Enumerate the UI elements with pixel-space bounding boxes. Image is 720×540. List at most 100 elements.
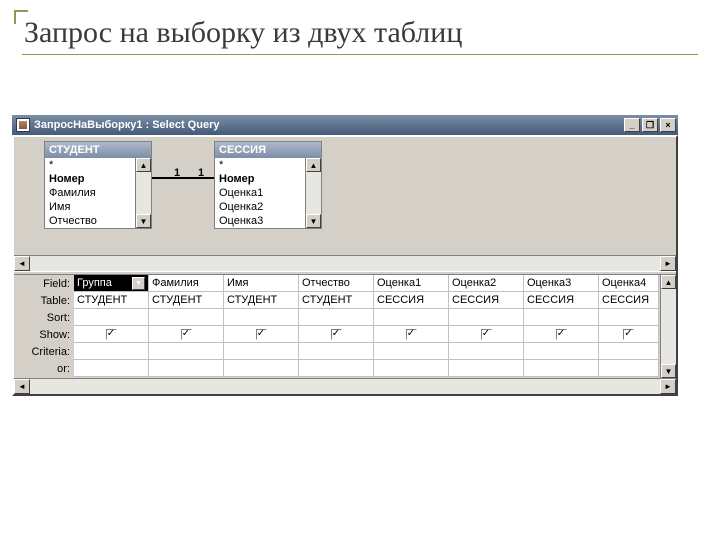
criteria-cell[interactable] <box>299 343 374 360</box>
show-cell[interactable]: ✓ <box>299 326 374 343</box>
or-cell[interactable] <box>599 360 659 377</box>
show-checkbox[interactable]: ✓ <box>623 329 634 340</box>
field-cell[interactable]: Фамилия <box>149 275 224 292</box>
or-cell[interactable] <box>149 360 224 377</box>
field-list[interactable]: * Номер Фамилия Имя Отчество <box>45 158 135 228</box>
field-cell[interactable]: Оценка3 <box>524 275 599 292</box>
diagram-pane[interactable]: СТУДЕНТ * Номер Фамилия Имя Отчество ▲ <box>14 137 676 255</box>
minimize-button[interactable]: _ <box>624 118 640 132</box>
criteria-cell[interactable] <box>449 343 524 360</box>
field-item[interactable]: Оценка3 <box>215 214 305 228</box>
show-cell[interactable]: ✓ <box>74 326 149 343</box>
sort-cell[interactable] <box>599 309 659 326</box>
table-cell[interactable]: СТУДЕНТ <box>299 292 374 309</box>
field-cell[interactable]: Оценка1 <box>374 275 449 292</box>
sort-cell[interactable] <box>299 309 374 326</box>
field-item[interactable]: Имя <box>45 200 135 214</box>
field-item[interactable]: * <box>215 158 305 172</box>
show-checkbox[interactable]: ✓ <box>481 329 492 340</box>
grid-column: Оценка1СЕССИЯ ✓ <box>374 275 449 378</box>
scroll-up-icon[interactable]: ▲ <box>661 275 676 289</box>
field-item[interactable]: Оценка2 <box>215 200 305 214</box>
show-cell[interactable]: ✓ <box>374 326 449 343</box>
field-cell[interactable]: Оценка4 <box>599 275 659 292</box>
criteria-cell[interactable] <box>524 343 599 360</box>
show-cell[interactable]: ✓ <box>149 326 224 343</box>
window-title: ЗапросНаВыборку1 : Select Query <box>34 119 219 131</box>
table-scrollbar[interactable]: ▲ ▼ <box>135 158 151 228</box>
table-cell[interactable]: СТУДЕНТ <box>224 292 299 309</box>
criteria-cell[interactable] <box>74 343 149 360</box>
or-cell[interactable] <box>224 360 299 377</box>
table-cell[interactable]: СТУДЕНТ <box>149 292 224 309</box>
grid-column: Группа▼СТУДЕНТ ✓ <box>74 275 149 378</box>
sort-cell[interactable] <box>74 309 149 326</box>
show-cell[interactable]: ✓ <box>524 326 599 343</box>
scroll-left-icon[interactable]: ◄ <box>14 256 30 271</box>
show-cell[interactable]: ✓ <box>449 326 524 343</box>
table-cell[interactable]: СЕССИЯ <box>374 292 449 309</box>
or-cell[interactable] <box>374 360 449 377</box>
table-cell[interactable]: СТУДЕНТ <box>74 292 149 309</box>
scroll-right-icon[interactable]: ► <box>660 256 676 271</box>
scroll-left-icon[interactable]: ◄ <box>14 379 30 394</box>
show-checkbox[interactable]: ✓ <box>256 329 267 340</box>
field-item[interactable]: Номер <box>215 172 305 186</box>
field-item[interactable]: * <box>45 158 135 172</box>
row-label-table: Table: <box>14 293 70 310</box>
scroll-up-icon[interactable]: ▲ <box>306 158 321 172</box>
table-session[interactable]: СЕССИЯ * Номер Оценка1 Оценка2 Оценка3 ▲ <box>214 141 322 229</box>
table-cell[interactable]: СЕССИЯ <box>599 292 659 309</box>
sort-cell[interactable] <box>374 309 449 326</box>
close-button[interactable]: × <box>660 118 676 132</box>
scroll-down-icon[interactable]: ▼ <box>306 214 321 228</box>
row-label-field: Field: <box>14 276 70 293</box>
table-student[interactable]: СТУДЕНТ * Номер Фамилия Имя Отчество ▲ <box>44 141 152 229</box>
criteria-cell[interactable] <box>599 343 659 360</box>
field-list[interactable]: * Номер Оценка1 Оценка2 Оценка3 <box>215 158 305 228</box>
field-item[interactable]: Оценка1 <box>215 186 305 200</box>
scroll-right-icon[interactable]: ► <box>660 379 676 394</box>
sort-cell[interactable] <box>449 309 524 326</box>
table-cell[interactable]: СЕССИЯ <box>524 292 599 309</box>
field-cell[interactable]: Оценка2 <box>449 275 524 292</box>
show-checkbox[interactable]: ✓ <box>181 329 192 340</box>
or-cell[interactable] <box>524 360 599 377</box>
field-item[interactable]: Фамилия <box>45 186 135 200</box>
sort-cell[interactable] <box>524 309 599 326</box>
field-cell[interactable]: Группа▼ <box>74 275 149 292</box>
scroll-down-icon[interactable]: ▼ <box>136 214 151 228</box>
window-titlebar[interactable]: ЗапросНаВыборку1 : Select Query _ ❐ × <box>12 115 678 135</box>
or-cell[interactable] <box>449 360 524 377</box>
show-cell[interactable]: ✓ <box>224 326 299 343</box>
grid-hscroll[interactable]: ◄ ► <box>14 378 676 394</box>
field-item[interactable]: Номер <box>45 172 135 186</box>
field-cell[interactable]: Имя <box>224 275 299 292</box>
criteria-cell[interactable] <box>374 343 449 360</box>
row-label-sort: Sort: <box>14 310 70 327</box>
field-item[interactable]: Отчество <box>45 214 135 228</box>
grid-column: ОтчествоСТУДЕНТ ✓ <box>299 275 374 378</box>
field-cell[interactable]: Отчество <box>299 275 374 292</box>
criteria-cell[interactable] <box>149 343 224 360</box>
diagram-hscroll[interactable]: ◄ ► <box>14 255 676 271</box>
row-label-criteria: Criteria: <box>14 344 70 361</box>
or-cell[interactable] <box>299 360 374 377</box>
show-checkbox[interactable]: ✓ <box>406 329 417 340</box>
show-cell[interactable]: ✓ <box>599 326 659 343</box>
show-checkbox[interactable]: ✓ <box>331 329 342 340</box>
table-scrollbar[interactable]: ▲ ▼ <box>305 158 321 228</box>
restore-button[interactable]: ❐ <box>642 118 658 132</box>
relationship-line[interactable] <box>152 177 214 179</box>
dropdown-icon[interactable]: ▼ <box>132 277 145 290</box>
criteria-cell[interactable] <box>224 343 299 360</box>
scroll-up-icon[interactable]: ▲ <box>136 158 151 172</box>
sort-cell[interactable] <box>224 309 299 326</box>
show-checkbox[interactable]: ✓ <box>106 329 117 340</box>
table-cell[interactable]: СЕССИЯ <box>449 292 524 309</box>
or-cell[interactable] <box>74 360 149 377</box>
sort-cell[interactable] <box>149 309 224 326</box>
scroll-down-icon[interactable]: ▼ <box>661 364 676 378</box>
grid-vscroll[interactable]: ▲ ▼ <box>660 275 676 378</box>
show-checkbox[interactable]: ✓ <box>556 329 567 340</box>
